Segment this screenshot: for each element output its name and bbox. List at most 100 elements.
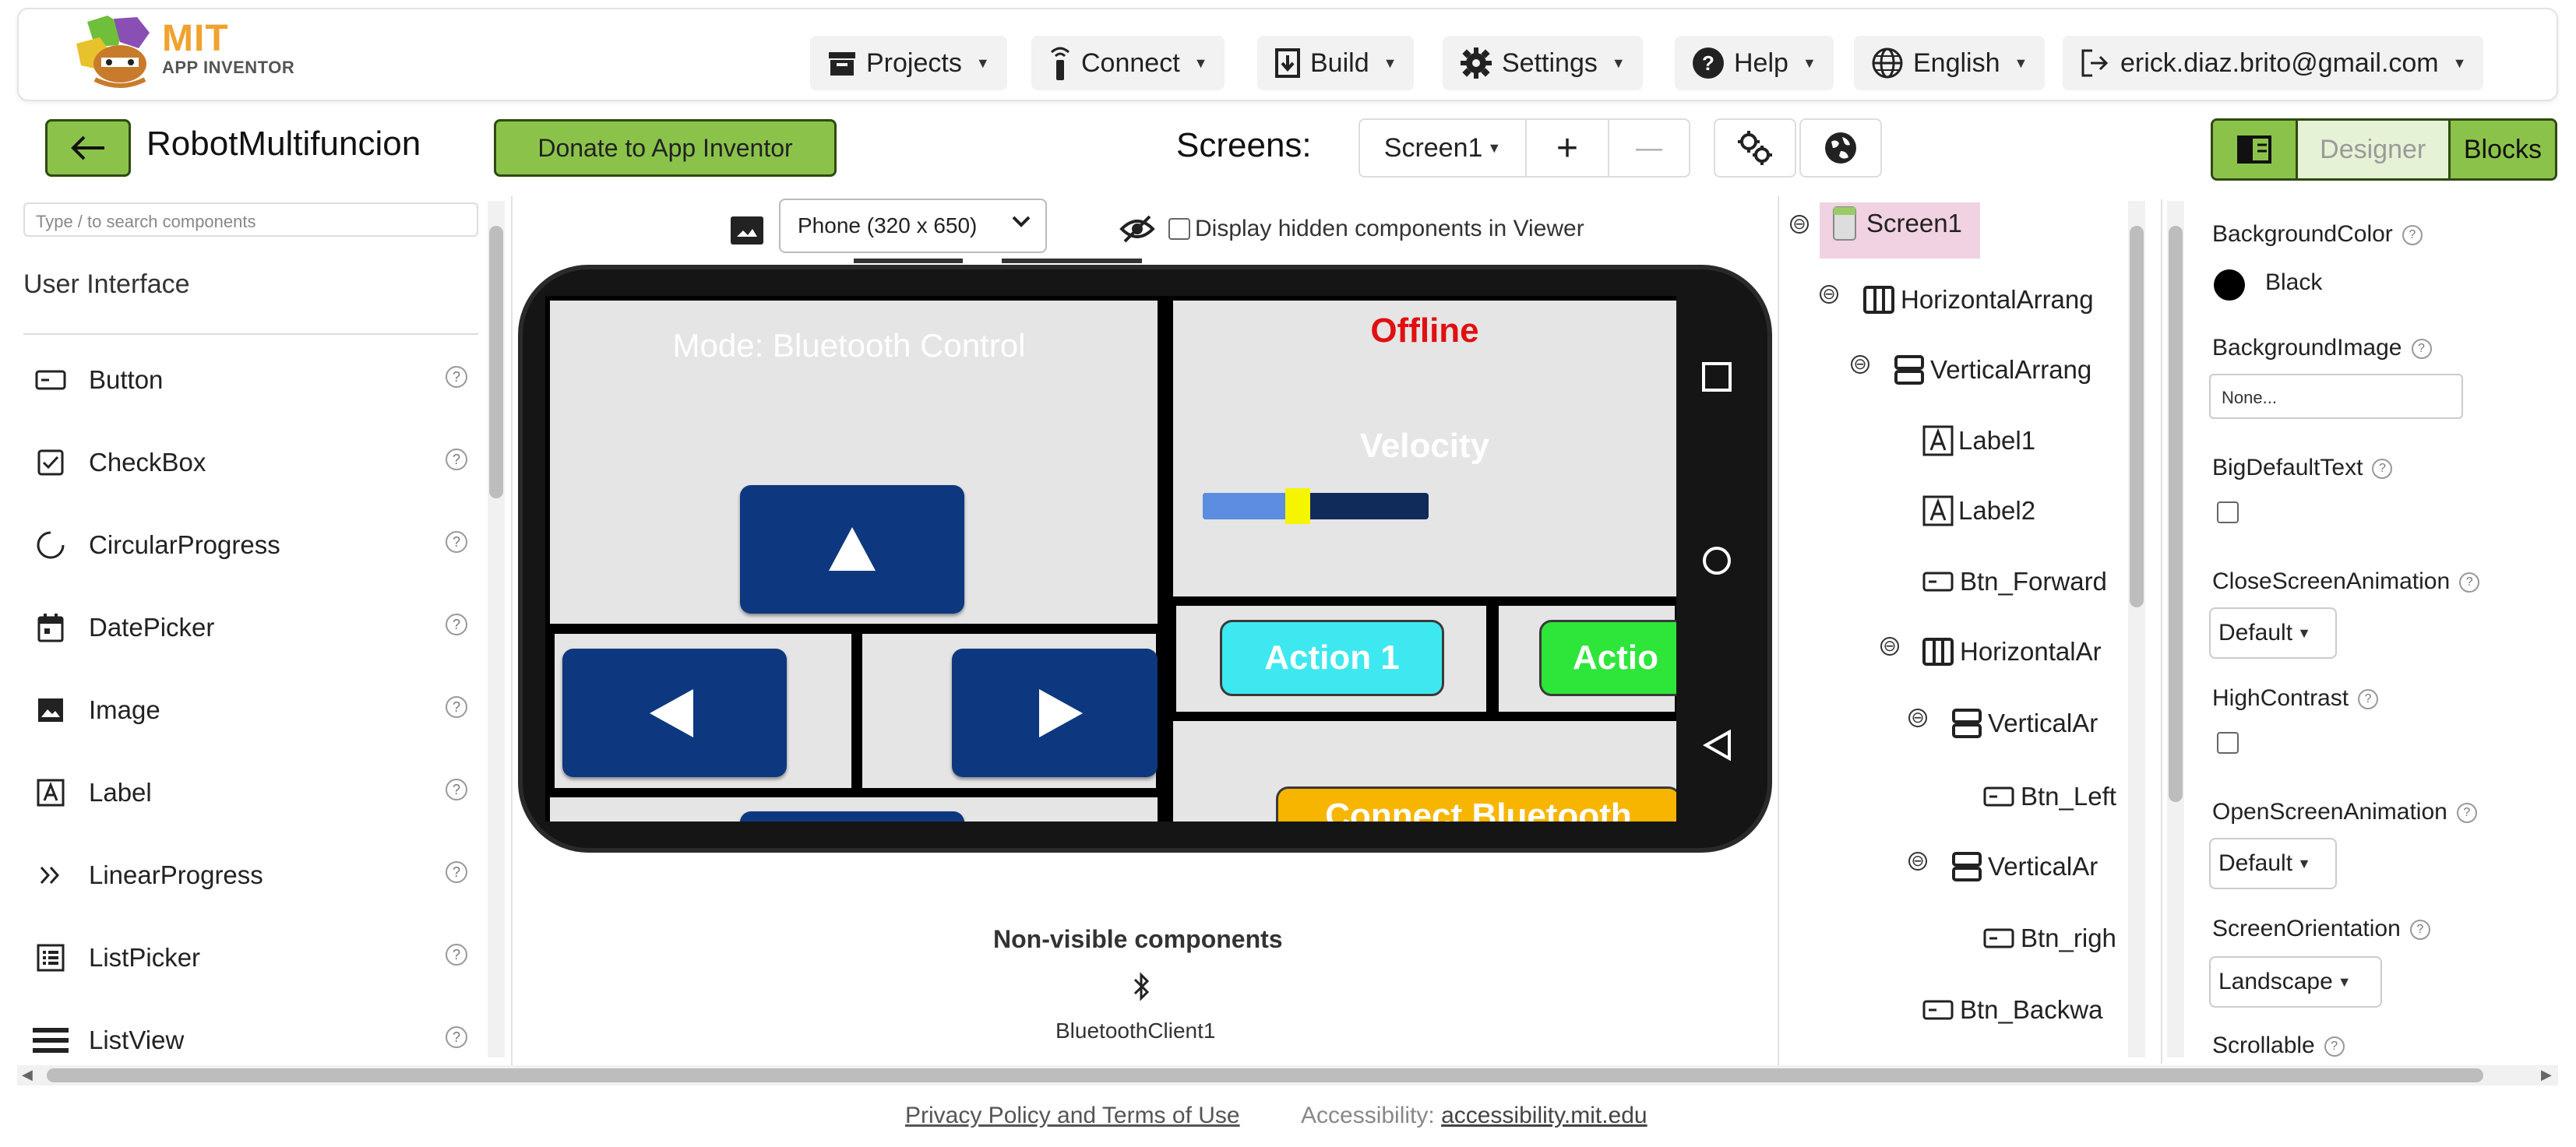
remove-screen-button[interactable]: — — [1609, 120, 1689, 176]
color-swatch[interactable] — [2214, 269, 2245, 301]
screenorientation-select[interactable]: Landscape ▼ — [2209, 956, 2382, 1008]
bluetooth-icon[interactable] — [1133, 972, 1150, 1001]
designer-tab[interactable]: Designer — [2297, 121, 2448, 178]
collapse-icon[interactable]: ⊖ — [1880, 637, 1899, 656]
language-globe-button[interactable] — [1799, 118, 1882, 178]
donate-button[interactable]: Donate to App Inventor — [494, 119, 837, 177]
accessibility-link[interactable]: accessibility.mit.edu — [1441, 1103, 1647, 1128]
tree-item-btn-right[interactable]: Btn_righ — [1983, 924, 2116, 953]
circle-nav-icon[interactable] — [1701, 545, 1732, 576]
triangle-back-nav-icon[interactable] — [1703, 729, 1732, 762]
palette-item-linearprogress[interactable]: LinearProgress ? — [31, 852, 467, 899]
highcontrast-checkbox[interactable] — [2217, 732, 2239, 754]
component-search-input[interactable]: Type / to search components — [23, 202, 478, 237]
help-icon[interactable]: ? — [2411, 339, 2432, 360]
palette-item-datepicker[interactable]: DatePicker ? — [31, 604, 467, 651]
help-icon[interactable]: ? — [446, 696, 467, 718]
forward-button[interactable] — [740, 485, 964, 614]
help-icon[interactable]: ? — [2358, 689, 2379, 710]
back-button[interactable] — [45, 119, 131, 177]
horizontal-scroll-thumb[interactable] — [47, 1068, 2483, 1082]
scroll-left-icon[interactable]: ◀ — [22, 1067, 33, 1083]
background-image-picker[interactable]: None... — [2209, 374, 2463, 419]
scroll-right-icon[interactable]: ▶ — [2541, 1067, 2552, 1083]
help-icon[interactable]: ? — [446, 944, 467, 966]
status-label: Offline — [1370, 311, 1479, 350]
palette-scroll-thumb[interactable] — [489, 226, 503, 498]
help-icon[interactable]: ? — [2402, 225, 2423, 246]
help-icon[interactable]: ? — [446, 1026, 467, 1048]
help-icon[interactable]: ? — [2324, 1036, 2345, 1057]
tree-item-horizontal-arrangement-2[interactable]: HorizontalAr — [1922, 637, 2102, 667]
action-2-button[interactable]: Actio — [1539, 620, 1676, 696]
palette-category-header[interactable]: User Interface — [23, 269, 190, 300]
palette-item-button[interactable]: Button ? — [31, 357, 467, 403]
properties-scroll-thumb[interactable] — [2169, 226, 2183, 802]
closescreenanimation-select[interactable]: Default ▼ — [2209, 607, 2337, 659]
app-inventor-logo-icon[interactable] — [72, 14, 159, 89]
help-icon[interactable]: ? — [2459, 572, 2480, 593]
tree-item-vertical-arrangement[interactable]: VerticalArrang — [1894, 355, 2091, 385]
tree-item-vertical-arrangement-2[interactable]: VerticalAr — [1952, 709, 2098, 738]
palette-item-listview[interactable]: ListView ? — [31, 1017, 467, 1064]
button-icon — [1983, 928, 2014, 948]
palette-item-label[interactable]: Label ? — [31, 769, 467, 816]
action-1-button[interactable]: Action 1 — [1220, 620, 1444, 696]
tree-item-btn-backward[interactable]: Btn_Backwa — [1922, 995, 2102, 1025]
velocity-slider[interactable] — [1203, 488, 1429, 524]
display-hidden-checkbox[interactable] — [1168, 218, 1190, 240]
tree-item-screen1[interactable]: Screen1 — [1832, 206, 1962, 241]
help-icon[interactable]: ? — [2372, 459, 2393, 480]
tree-item-btn-left[interactable]: Btn_Left — [1983, 782, 2116, 811]
build-menu[interactable]: Build ▼ — [1257, 36, 1415, 90]
help-icon[interactable]: ? — [2409, 920, 2430, 941]
tree-item-label1[interactable]: Label1 — [1922, 425, 2035, 456]
prop-backgroundcolor-value[interactable]: Black — [2265, 269, 2322, 296]
privacy-policy-link[interactable]: Privacy Policy and Terms of Use — [905, 1103, 1240, 1129]
right-button[interactable] — [952, 649, 1158, 777]
help-icon[interactable]: ? — [2456, 803, 2477, 824]
blocks-tab[interactable]: Blocks — [2447, 121, 2555, 178]
tree-item-vertical-arrangement-3[interactable]: VerticalAr — [1952, 852, 2098, 881]
connect-menu[interactable]: Connect ▼ — [1031, 36, 1225, 90]
project-properties-button[interactable] — [1714, 118, 1796, 178]
language-menu[interactable]: English ▼ — [1854, 36, 2046, 90]
help-icon[interactable]: ? — [446, 779, 467, 800]
palette-item-image[interactable]: Image ? — [31, 687, 467, 734]
square-nav-icon[interactable] — [1701, 361, 1732, 392]
add-screen-button[interactable]: + — [1527, 120, 1609, 176]
openscreenanimation-select[interactable]: Default ▼ — [2209, 838, 2337, 889]
help-menu[interactable]: ? Help ▼ — [1675, 36, 1834, 90]
palette-item-checkbox[interactable]: CheckBox ? — [31, 439, 467, 486]
phone-size-select[interactable]: Phone (320 x 650) — [779, 199, 1047, 253]
help-icon[interactable]: ? — [446, 531, 467, 553]
tree-item-btn-forward[interactable]: Btn_Forward — [1922, 567, 2107, 596]
help-icon[interactable]: ? — [446, 449, 467, 470]
help-icon[interactable]: ? — [446, 614, 467, 635]
collapse-icon[interactable]: ⊖ — [1851, 355, 1869, 374]
palette-item-listpicker[interactable]: ListPicker ? — [31, 934, 467, 981]
collapse-icon[interactable]: ⊖ — [1790, 215, 1809, 234]
tree-item-label: Btn_righ — [2021, 924, 2116, 952]
help-icon[interactable]: ? — [446, 861, 467, 883]
display-hidden-components-option[interactable]: Display hidden components in Viewer — [1119, 213, 1584, 245]
tree-item-label2[interactable]: Label2 — [1922, 495, 2035, 526]
bigdefaulttext-checkbox[interactable] — [2217, 501, 2239, 523]
projects-menu[interactable]: Projects ▼ — [810, 36, 1007, 90]
help-icon[interactable]: ? — [446, 366, 467, 388]
tree-scroll-thumb[interactable] — [2130, 226, 2144, 607]
screen-dropdown[interactable]: Screen1 ▼ — [1360, 120, 1527, 176]
left-button[interactable] — [562, 649, 787, 777]
settings-menu[interactable]: Settings ▼ — [1443, 36, 1643, 90]
tree-item-horizontal-arrangement[interactable]: HorizontalArrang — [1863, 285, 2094, 315]
backward-button[interactable] — [740, 811, 964, 822]
palette-item-circularprogress[interactable]: CircularProgress ? — [31, 522, 467, 568]
toggle-panels-button[interactable] — [2213, 121, 2298, 178]
account-menu[interactable]: erick.diaz.brito@gmail.com ▼ — [2063, 36, 2484, 90]
collapse-icon[interactable]: ⊖ — [1820, 285, 1838, 304]
collapse-icon[interactable]: ⊖ — [1908, 709, 1927, 727]
connect-bluetooth-button[interactable]: Connect Bluetooth — [1276, 786, 1676, 822]
triangle-up-icon — [827, 526, 877, 572]
collapse-icon[interactable]: ⊖ — [1908, 852, 1927, 871]
velocity-slider-thumb[interactable] — [1285, 488, 1310, 524]
